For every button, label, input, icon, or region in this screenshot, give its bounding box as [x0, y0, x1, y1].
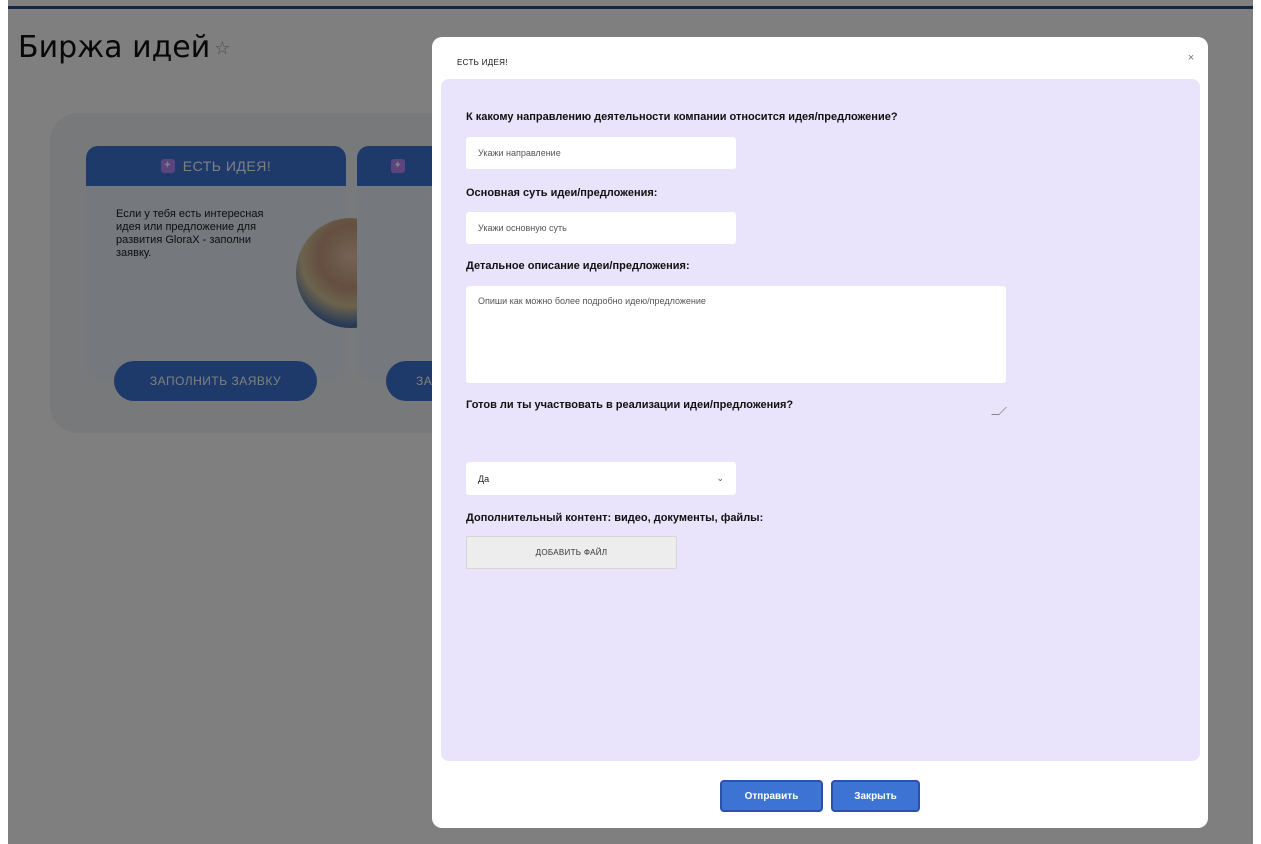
textarea-resize-handle[interactable]	[991, 407, 1007, 415]
idea-modal: ЕСТЬ ИДЕЯ! × К какому направлению деятел…	[432, 37, 1208, 828]
participation-select-value: Да	[478, 473, 490, 484]
chevron-down-icon: ⌄	[716, 473, 724, 483]
idea-form: К какому направлению деятельности компан…	[441, 79, 1200, 761]
modal-title: ЕСТЬ ИДЕЯ!	[457, 58, 508, 67]
direction-label: К какому направлению деятельности компан…	[466, 111, 898, 123]
direction-input[interactable]	[466, 137, 736, 169]
description-textarea[interactable]	[466, 286, 1006, 383]
participation-select[interactable]: Да ⌄	[466, 462, 736, 495]
close-icon[interactable]: ×	[1184, 51, 1198, 65]
description-label: Детальное описание идеи/предложения:	[466, 260, 690, 272]
essence-label: Основная суть идеи/предложения:	[466, 187, 658, 199]
left-edge	[0, 0, 8, 844]
right-edge	[1253, 0, 1261, 844]
participation-label: Готов ли ты участвовать в реализации иде…	[466, 399, 794, 411]
close-button[interactable]: Закрыть	[831, 780, 920, 812]
essence-input[interactable]	[466, 212, 736, 244]
send-button[interactable]: Отправить	[720, 780, 823, 812]
attachments-label: Дополнительный контент: видео, документы…	[466, 512, 764, 524]
add-file-button[interactable]: ДОБАВИТЬ ФАЙЛ	[466, 536, 677, 569]
